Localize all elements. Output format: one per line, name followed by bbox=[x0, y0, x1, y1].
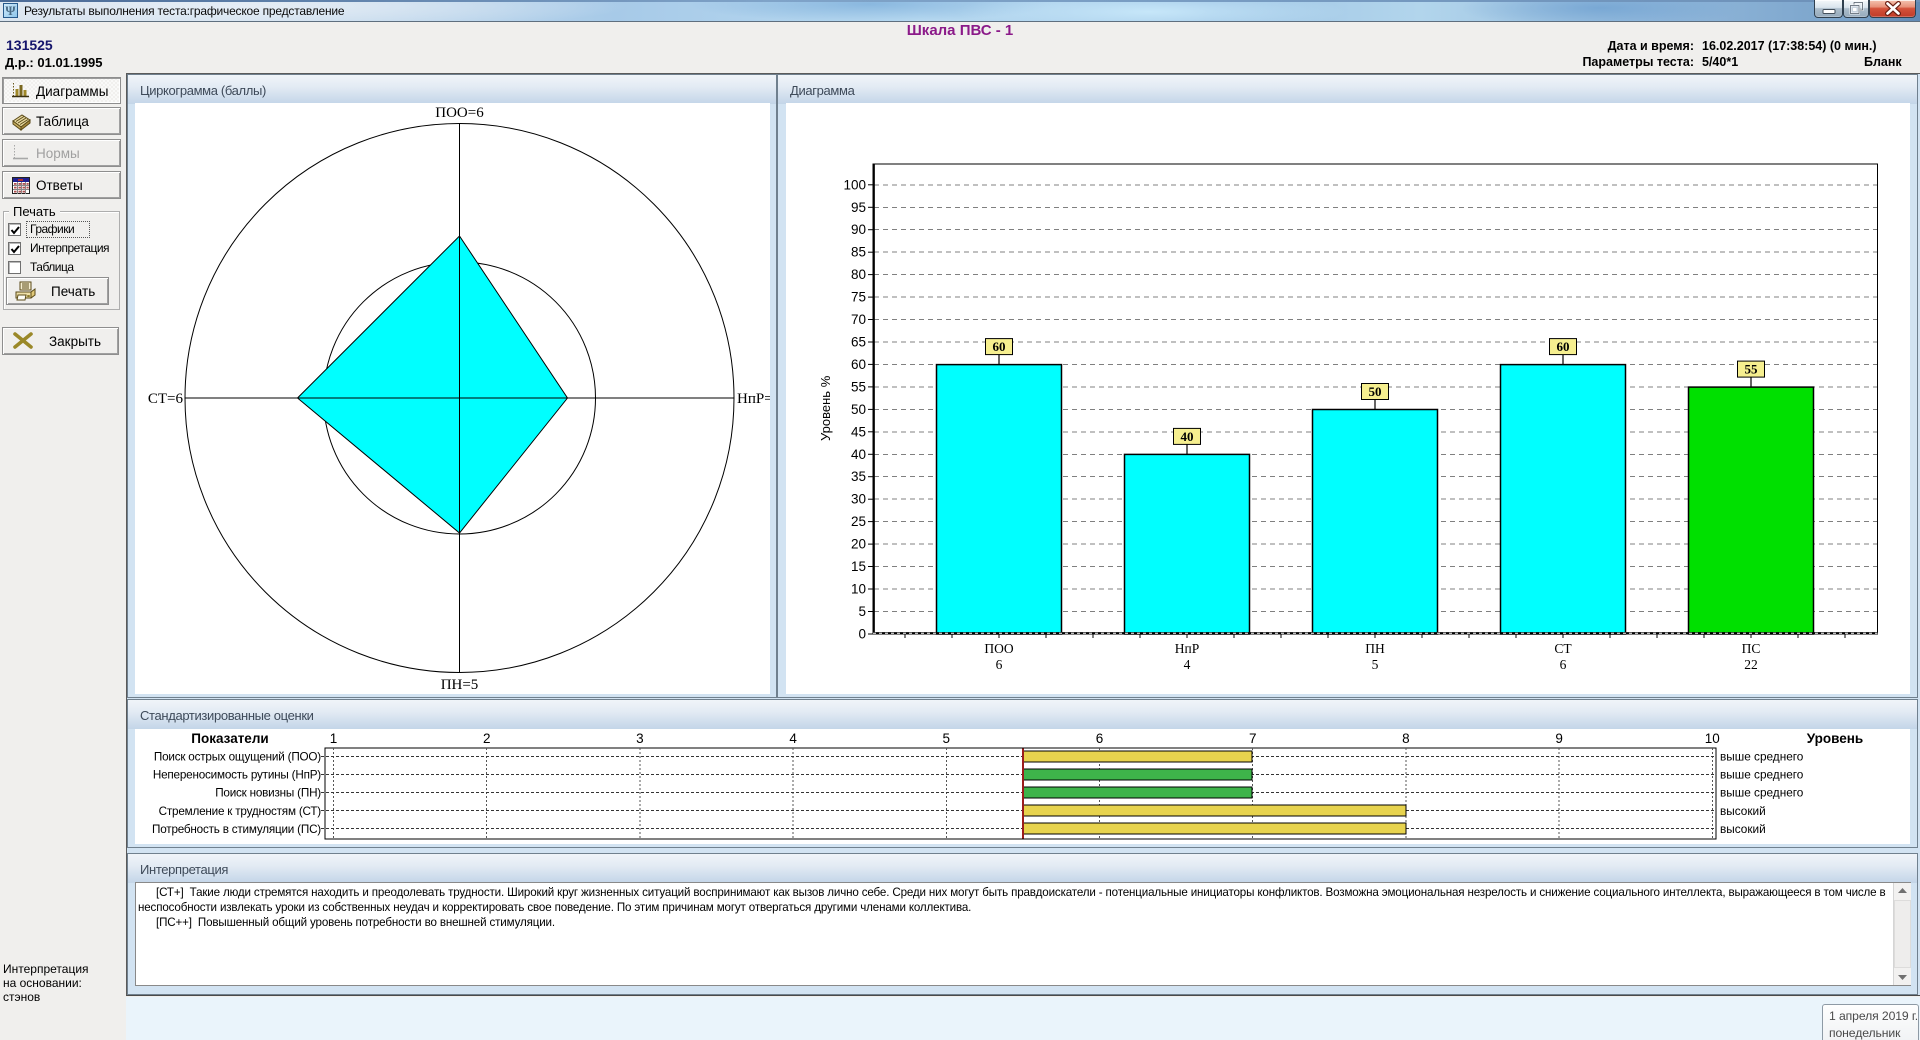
svg-text:6: 6 bbox=[1096, 731, 1104, 746]
svg-text:0: 0 bbox=[858, 627, 866, 642]
svg-text:Непереносимость рутины (НпР): Непереносимость рутины (НпР) bbox=[153, 769, 321, 782]
svg-text:60: 60 bbox=[993, 339, 1006, 354]
svg-text:4: 4 bbox=[789, 731, 797, 746]
svg-text:22: 22 bbox=[1744, 657, 1758, 672]
svg-text:СТ=6: СТ=6 bbox=[148, 391, 184, 407]
svg-text:6: 6 bbox=[1560, 657, 1567, 672]
svg-text:70: 70 bbox=[851, 312, 866, 327]
svg-text:Поиск острых ощущений (ПОО): Поиск острых ощущений (ПОО) bbox=[154, 751, 321, 764]
svg-text:90: 90 bbox=[851, 222, 866, 237]
svg-text:80: 80 bbox=[851, 267, 866, 282]
svg-text:7: 7 bbox=[1249, 731, 1257, 746]
svg-text:высокий: высокий bbox=[1720, 804, 1766, 818]
svg-text:3: 3 bbox=[636, 731, 644, 746]
svg-text:Потребность в стимуляции (ПС): Потребность в стимуляции (ПС) bbox=[152, 823, 321, 836]
svg-text:45: 45 bbox=[851, 424, 866, 439]
svg-text:выше среднего: выше среднего bbox=[1720, 750, 1804, 764]
svg-text:30: 30 bbox=[851, 492, 866, 507]
svg-text:15: 15 bbox=[851, 559, 866, 574]
svg-text:6: 6 bbox=[996, 657, 1003, 672]
svg-text:Показатели: Показатели bbox=[191, 731, 268, 746]
svg-text:СТ: СТ bbox=[1554, 641, 1572, 656]
svg-text:35: 35 bbox=[851, 469, 866, 484]
svg-text:ПН=5: ПН=5 bbox=[441, 677, 479, 693]
svg-text:ПОО=6: ПОО=6 bbox=[435, 105, 484, 121]
svg-text:55: 55 bbox=[1745, 362, 1759, 377]
svg-text:10: 10 bbox=[851, 582, 866, 597]
svg-text:100: 100 bbox=[843, 177, 866, 192]
svg-text:ПН: ПН bbox=[1365, 641, 1385, 656]
svg-text:60: 60 bbox=[1557, 339, 1570, 354]
svg-text:Поиск новизны (ПН): Поиск новизны (ПН) bbox=[215, 787, 321, 800]
svg-text:95: 95 bbox=[851, 200, 866, 215]
svg-text:2: 2 bbox=[483, 731, 491, 746]
svg-text:ПС: ПС bbox=[1742, 641, 1761, 656]
svg-text:10: 10 bbox=[1705, 731, 1720, 746]
svg-text:40: 40 bbox=[851, 447, 866, 462]
svg-text:8: 8 bbox=[1402, 731, 1410, 746]
svg-text:высокий: высокий bbox=[1720, 822, 1766, 836]
svg-text:НпР=: НпР= bbox=[737, 391, 770, 407]
svg-text:ПОО: ПОО bbox=[984, 641, 1013, 656]
svg-text:Стремление к трудностям (СТ): Стремление к трудностям (СТ) bbox=[159, 805, 322, 818]
svg-text:50: 50 bbox=[1369, 384, 1382, 399]
svg-text:1: 1 bbox=[330, 731, 338, 746]
svg-text:5: 5 bbox=[943, 731, 951, 746]
svg-text:85: 85 bbox=[851, 245, 866, 260]
svg-text:5: 5 bbox=[858, 604, 866, 619]
svg-text:выше среднего: выше среднего bbox=[1720, 786, 1804, 800]
svg-text:60: 60 bbox=[851, 357, 866, 372]
svg-text:25: 25 bbox=[851, 514, 866, 529]
svg-text:65: 65 bbox=[851, 335, 866, 350]
svg-text:Уровень %: Уровень % bbox=[818, 375, 833, 441]
svg-text:55: 55 bbox=[851, 379, 866, 394]
svg-text:Уровень: Уровень bbox=[1807, 731, 1863, 746]
svg-text:5: 5 bbox=[1372, 657, 1379, 672]
svg-text:40: 40 bbox=[1181, 429, 1194, 444]
svg-text:50: 50 bbox=[851, 402, 866, 417]
svg-text:20: 20 bbox=[851, 537, 866, 552]
svg-text:9: 9 bbox=[1555, 731, 1563, 746]
svg-text:НпР: НпР bbox=[1175, 641, 1199, 656]
svg-text:4: 4 bbox=[1184, 657, 1191, 672]
svg-text:75: 75 bbox=[851, 290, 866, 305]
svg-text:выше среднего: выше среднего bbox=[1720, 768, 1804, 782]
